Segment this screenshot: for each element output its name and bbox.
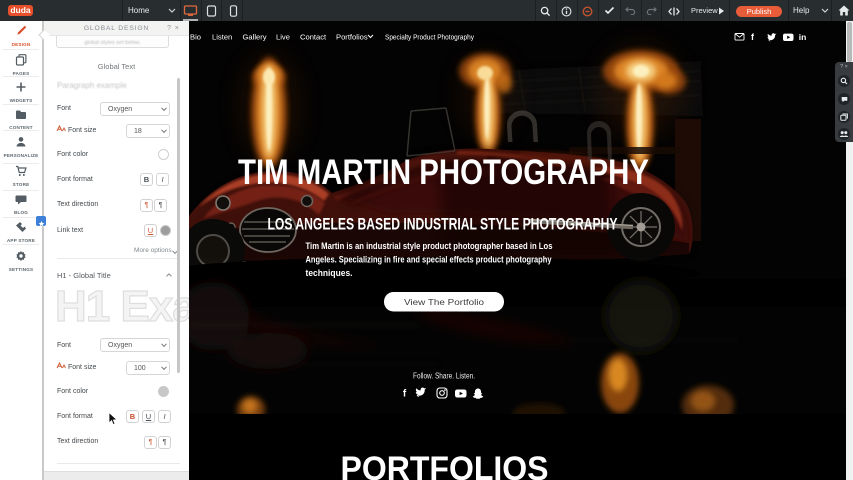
- svg-text:Tim Martin is an industrial st: Tim Martin is an industrial style produc…: [306, 241, 553, 252]
- svg-text:Listen: Listen: [212, 33, 232, 42]
- svg-text:Angeles. Specializing in fire: Angeles. Specializing in fire and specia…: [306, 255, 553, 266]
- svg-text:PORTFOLIOS: PORTFOLIOS: [341, 450, 549, 480]
- svg-text:Gallery: Gallery: [243, 33, 267, 42]
- svg-text:Bio: Bio: [190, 33, 201, 42]
- svg-text:techniques.: techniques.: [306, 268, 353, 279]
- svg-text:Portfolios: Portfolios: [336, 33, 368, 42]
- svg-text:LOS ANGELES BASED INDUSTRIAL S: LOS ANGELES BASED INDUSTRIAL STYLE PHOTO…: [268, 216, 618, 234]
- svg-text:Contact: Contact: [300, 33, 327, 42]
- svg-text:View The Portfolio: View The Portfolio: [404, 297, 484, 307]
- svg-text:Follow. Share. Listen.: Follow. Share. Listen.: [413, 372, 475, 381]
- svg-text:TIM MARTIN PHOTOGRAPHY: TIM MARTIN PHOTOGRAPHY: [238, 152, 649, 192]
- svg-text:Live: Live: [276, 33, 290, 42]
- svg-text:Specialty Product Photography: Specialty Product Photography: [385, 33, 474, 42]
- svg-text:in: in: [799, 32, 807, 42]
